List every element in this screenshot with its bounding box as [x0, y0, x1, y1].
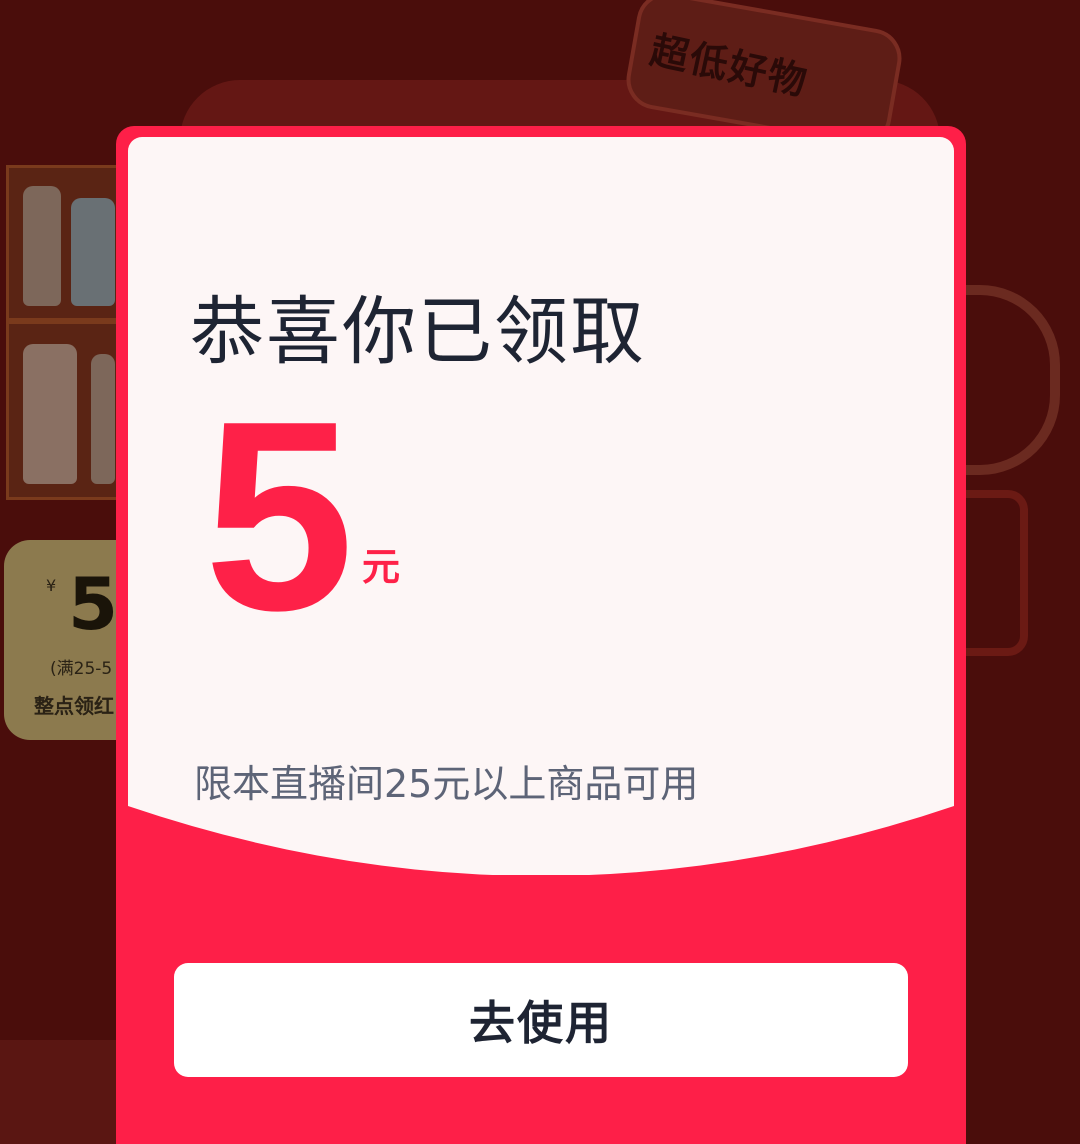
- curve-shape: [128, 806, 954, 876]
- coupon-tag: 整点领红: [34, 694, 114, 718]
- coupon-received-modal: 恭喜你已领取 5 元 限本直播间25元以上商品可用 去使用: [116, 126, 966, 1144]
- coupon-condition: (满25-5: [50, 659, 113, 679]
- background-headphone: [960, 285, 1060, 475]
- background-bag: [960, 490, 1028, 656]
- product-bottle: [23, 344, 77, 484]
- product-bottle: [91, 354, 115, 484]
- use-coupon-button[interactable]: 去使用: [174, 963, 908, 1077]
- screen: 超低好物 ¥ 5 (满25-5 整点领红 恭喜你已领取 5 元 限本直播间25元…: [0, 0, 1080, 1144]
- product-bottle: [71, 198, 115, 306]
- card-curved-edge: [128, 726, 954, 876]
- coupon-amount-unit: 元: [362, 545, 401, 589]
- background-product-shelf: [6, 165, 124, 500]
- coupon-amount: 5: [68, 562, 119, 646]
- coupon-currency: ¥: [46, 576, 57, 595]
- shelf-divider: [9, 318, 121, 324]
- background-cans: [0, 1040, 120, 1144]
- modal-title: 恭喜你已领取: [190, 289, 646, 375]
- product-bottle: [23, 186, 61, 306]
- coupon-amount-value: 5: [204, 366, 355, 667]
